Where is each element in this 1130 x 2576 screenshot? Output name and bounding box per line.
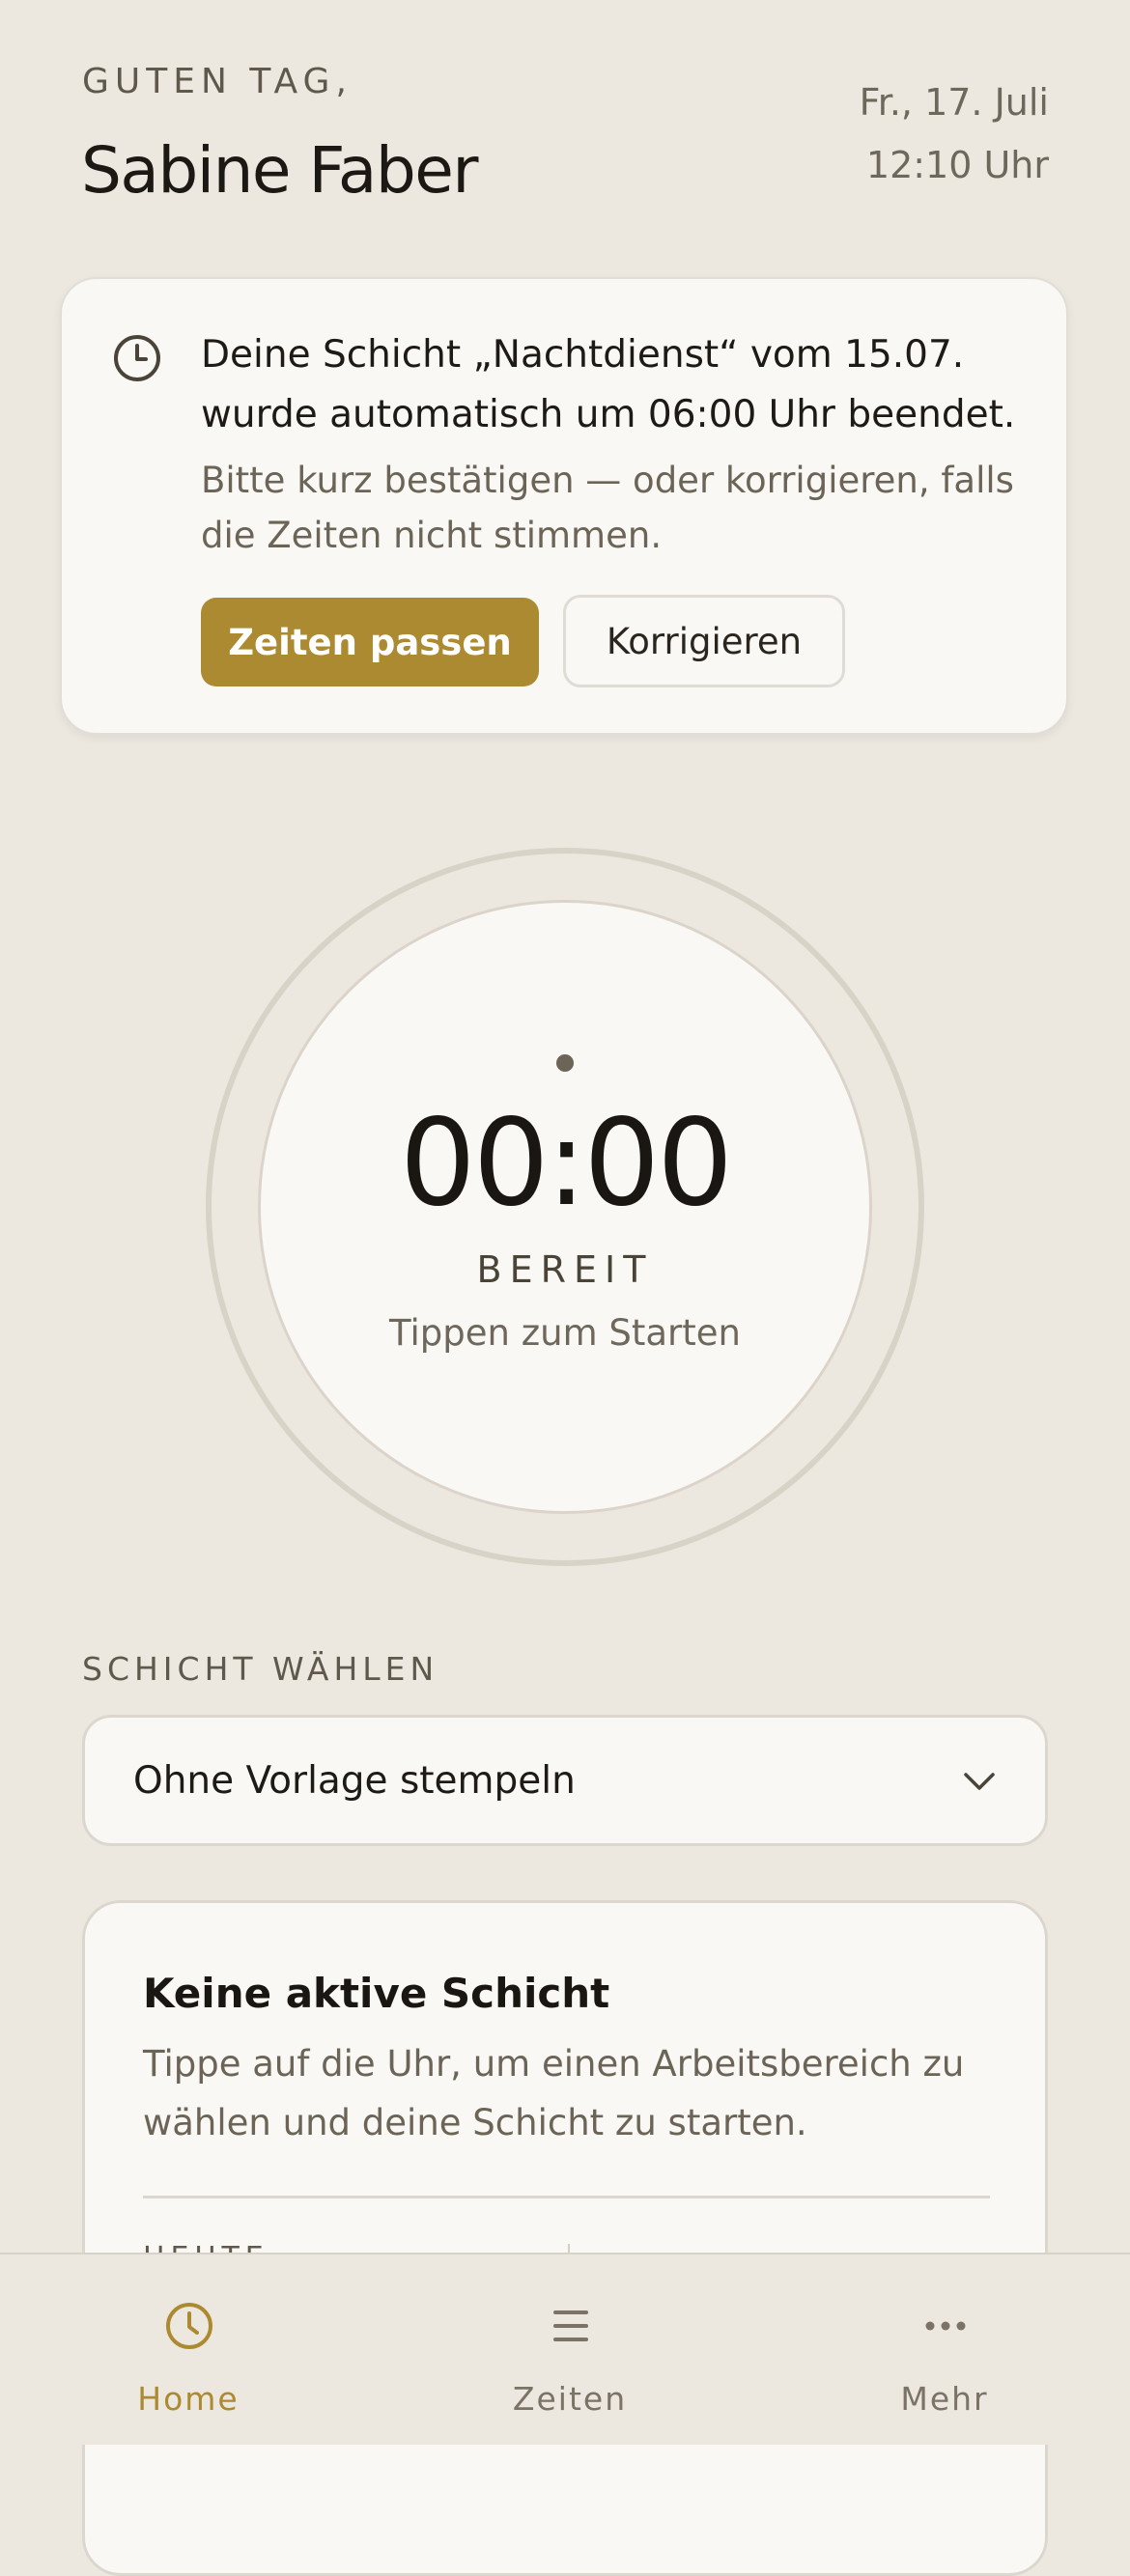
clock-hint: Tippen zum Starten	[389, 1312, 741, 1354]
notice-subtitle: Bitte kurz bestätigen — oder korrigieren…	[201, 460, 1014, 556]
user-name: Sabine Faber	[81, 133, 478, 208]
clock-indicator-dot	[556, 1054, 574, 1072]
shift-template-select[interactable]: Ohne Vorlage stempeln	[82, 1715, 1048, 1846]
tab-zeiten[interactable]: Zeiten	[381, 2254, 758, 2445]
no-active-shift-card: Keine aktive Schicht Tippe auf die Uhr, …	[82, 1900, 1048, 2576]
auto-ended-shift-notice: Deine Schicht „Nachtdienst“ vom 15.07. w…	[60, 277, 1068, 735]
tab-home[interactable]: Home	[0, 2254, 377, 2445]
list-icon	[553, 2310, 588, 2341]
clock-status: BEREIT	[476, 1248, 654, 1291]
greeting-label: GUTEN TAG,	[82, 62, 353, 101]
confirm-times-button[interactable]: Zeiten passen	[201, 598, 539, 686]
info-card-text: Tippe auf die Uhr, um einen Arbeitsberei…	[143, 2043, 965, 2143]
tab-mehr[interactable]: Mehr	[756, 2254, 1130, 2445]
clock-icon	[166, 2303, 212, 2349]
info-card-title: Keine aktive Schicht	[143, 1970, 610, 2017]
clock-icon	[114, 335, 160, 381]
notice-title: Deine Schicht „Nachtdienst“ vom 15.07. w…	[201, 333, 1016, 436]
shift-template-value: Ohne Vorlage stempeln	[133, 1759, 576, 1803]
more-icon	[925, 2321, 966, 2331]
tab-home-label: Home	[137, 2380, 240, 2418]
tab-mehr-label: Mehr	[900, 2380, 989, 2418]
current-time: 12:10 Uhr	[865, 144, 1049, 186]
chevron-down-icon	[964, 1773, 995, 1790]
tab-bar: Home Zeiten Mehr	[0, 2253, 1130, 2445]
shift-select-label: SCHICHT WÄHLEN	[82, 1650, 439, 1688]
correct-times-button[interactable]: Korrigieren	[563, 595, 845, 687]
elapsed-time: 00:00	[399, 1094, 733, 1233]
tab-zeiten-label: Zeiten	[512, 2380, 628, 2418]
current-date: Fr., 17. Juli	[859, 81, 1049, 124]
divider	[143, 2196, 990, 2198]
